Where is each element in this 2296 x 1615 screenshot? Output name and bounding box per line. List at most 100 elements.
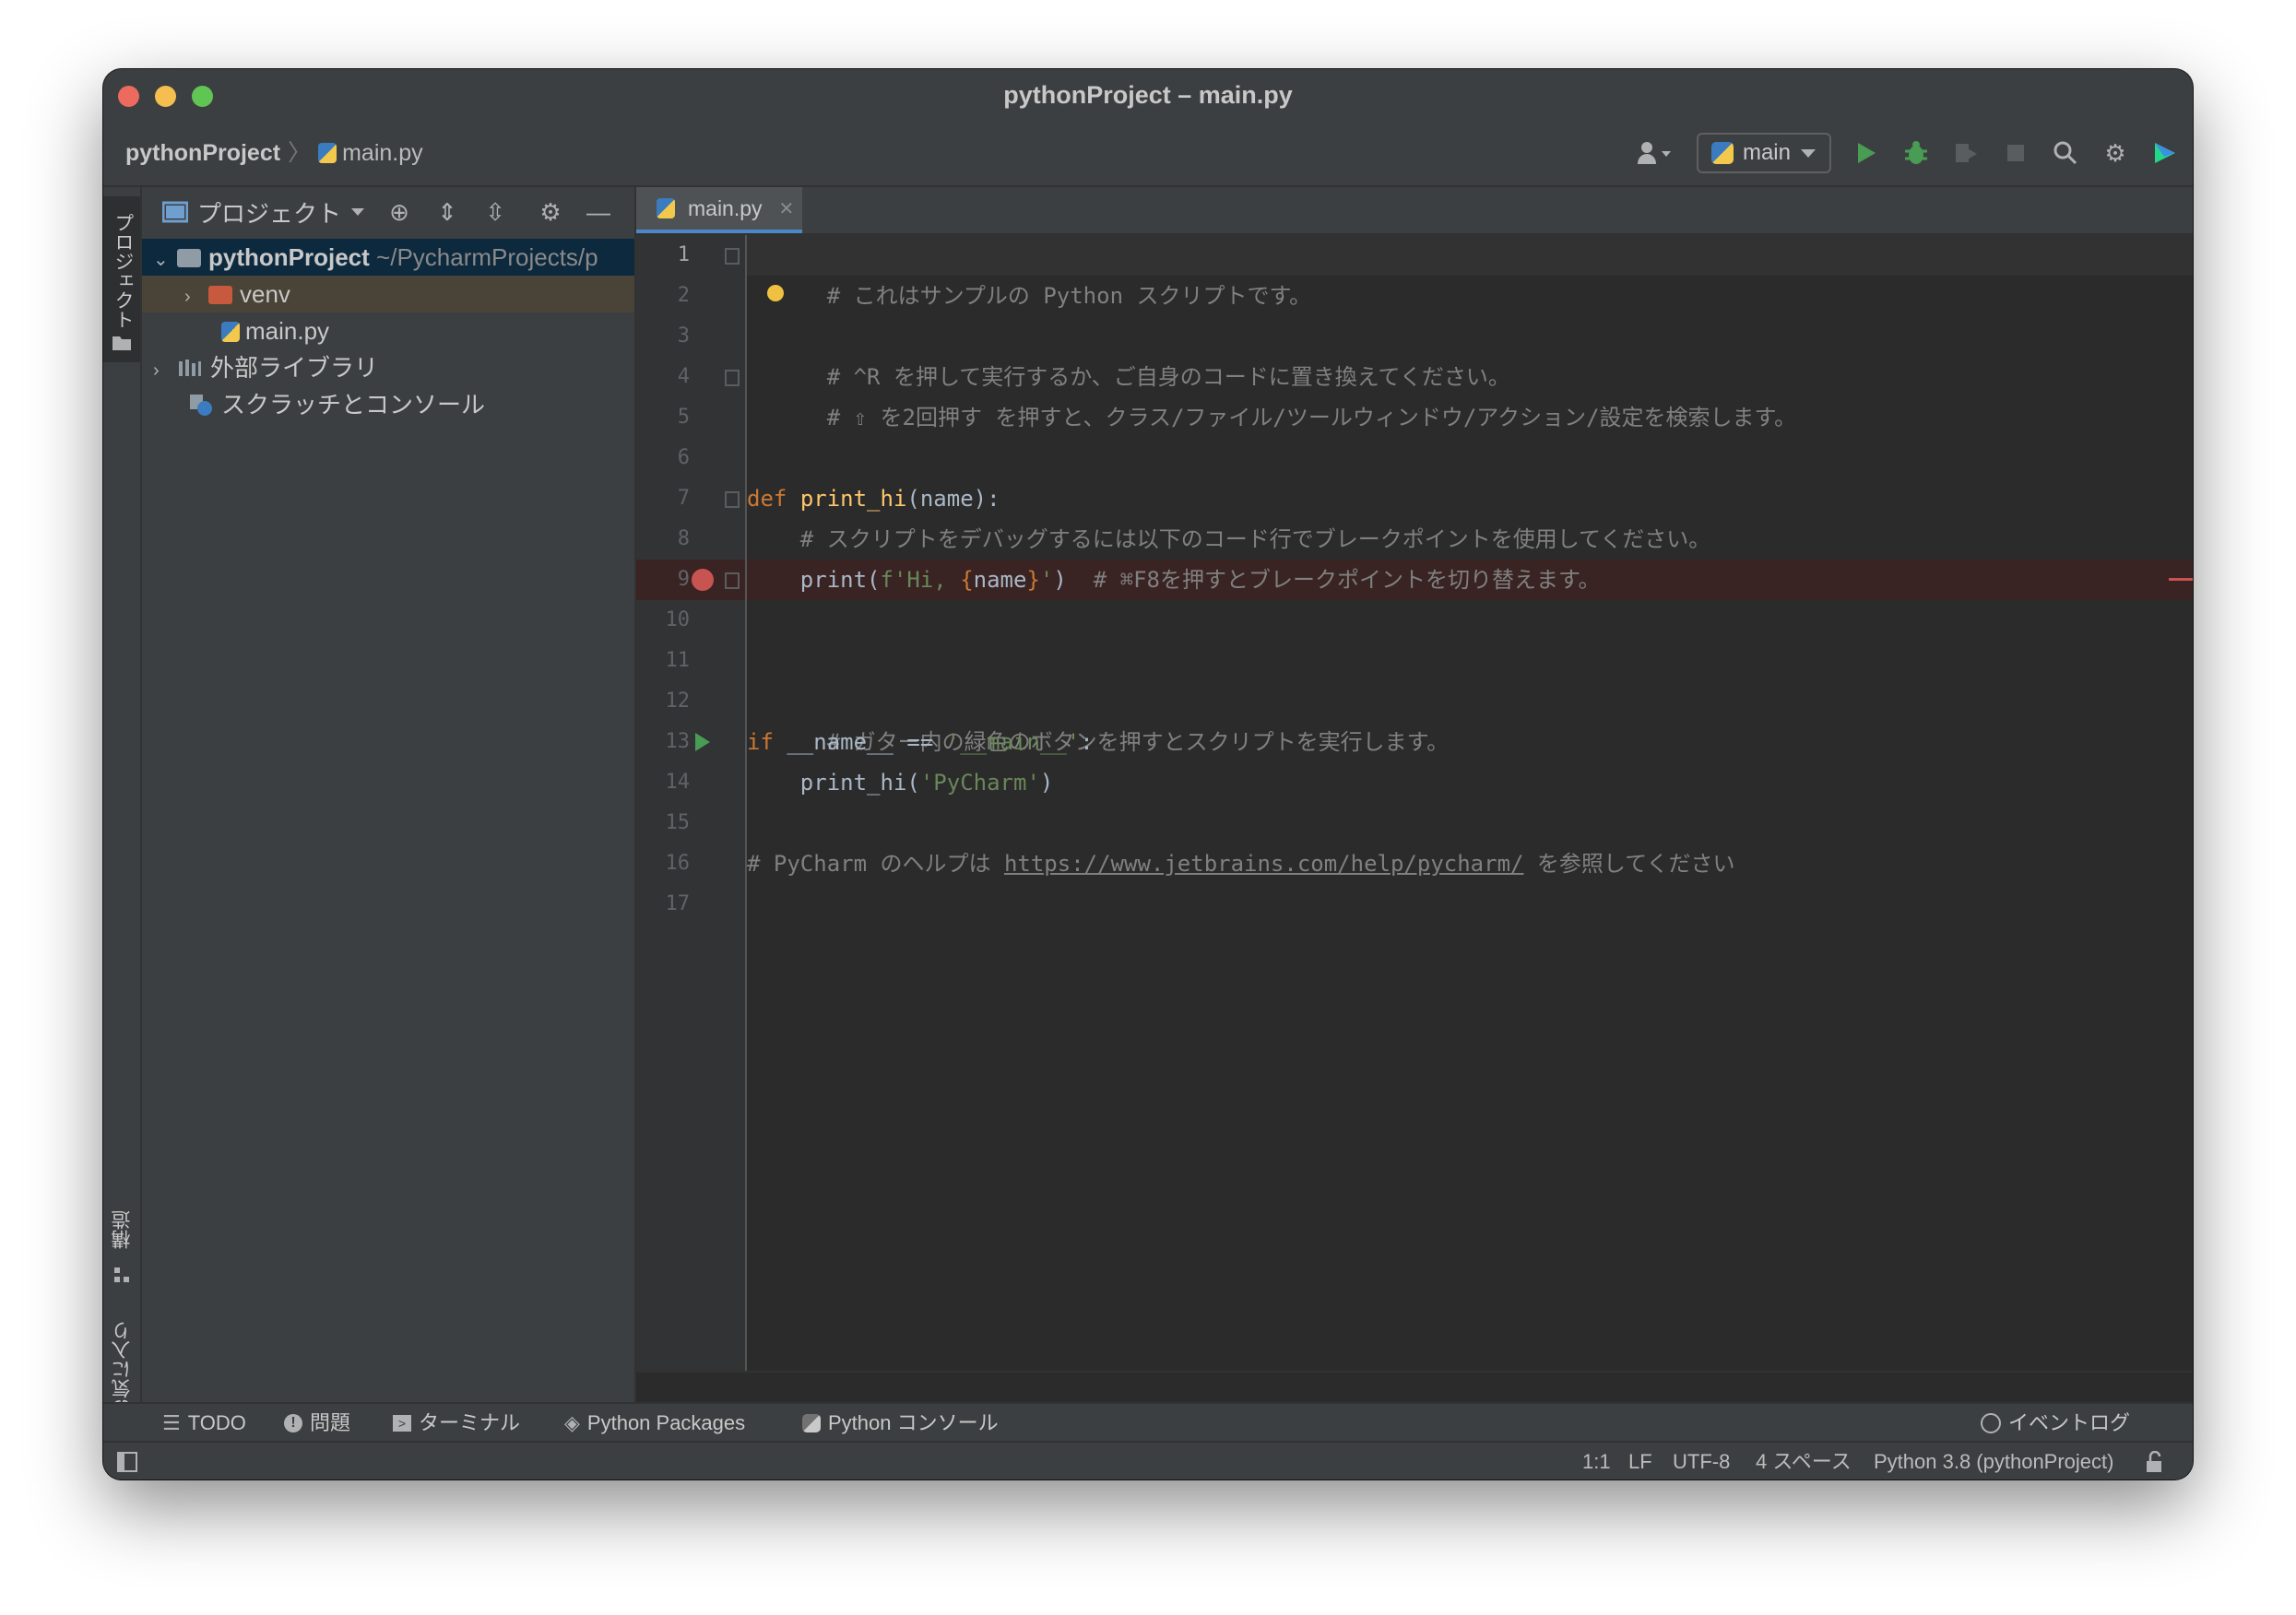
maximize-window-button[interactable] bbox=[192, 86, 213, 107]
file-encoding[interactable]: UTF-8 bbox=[1673, 1443, 1730, 1479]
code-fstring-brace: } bbox=[1026, 567, 1040, 593]
python-packages-tool-button[interactable]: ◈ Python Packages bbox=[564, 1404, 745, 1443]
run-configuration-select[interactable]: main bbox=[1696, 133, 1831, 173]
coverage-icon[interactable] bbox=[1951, 138, 1981, 168]
python-interpreter[interactable]: Python 3.8 (pythonProject) bbox=[1874, 1443, 2113, 1479]
event-log-tool-button[interactable]: イベントログ bbox=[1981, 1404, 2130, 1443]
breadcrumb-separator: 〉 bbox=[288, 140, 312, 166]
chevron-right-icon: › bbox=[184, 287, 191, 307]
project-panel-toolbar: プロジェクト ⊕ ⇕ ⇳ ⚙ — bbox=[142, 187, 634, 237]
tree-item-main-py[interactable]: main.py bbox=[142, 312, 634, 349]
project-view-icon bbox=[162, 201, 188, 223]
intention-bulb-icon[interactable] bbox=[767, 285, 784, 301]
collapse-all-icon[interactable]: ⇳ bbox=[481, 198, 509, 227]
fold-marker-icon[interactable] bbox=[725, 248, 740, 265]
debug-icon[interactable] bbox=[1901, 138, 1931, 168]
main-toolbar: main ⚙ bbox=[1632, 121, 2180, 185]
project-folder-icon bbox=[177, 249, 201, 267]
code-line-2 bbox=[747, 276, 2193, 316]
search-icon[interactable] bbox=[2051, 138, 2080, 168]
close-tab-icon[interactable]: ✕ bbox=[779, 197, 795, 220]
structure-tool-tab[interactable]: 構造 bbox=[103, 1210, 140, 1293]
python-console-label: Python コンソール bbox=[828, 1411, 999, 1434]
code-line-14: print_hi('PyCharm') bbox=[747, 762, 2193, 803]
line-number: 14 bbox=[665, 771, 691, 794]
panel-settings-gear-icon[interactable]: ⚙ bbox=[537, 198, 564, 227]
settings-gear-icon[interactable]: ⚙ bbox=[2101, 138, 2130, 168]
locate-file-icon[interactable]: ⊕ bbox=[385, 198, 413, 227]
window-title: pythonProject – main.py bbox=[1003, 81, 1293, 109]
tool-window-bar: ☰ TODO ! 問題 > ターミナル ◈ Python Packages Py… bbox=[103, 1402, 2193, 1443]
todo-tool-button[interactable]: ☰ TODO bbox=[162, 1404, 246, 1443]
code-string: '__main__' bbox=[946, 729, 1081, 755]
breakpoint-icon[interactable] bbox=[692, 569, 714, 591]
breadcrumb-project[interactable]: pythonProject bbox=[125, 140, 280, 166]
code-string: f'Hi, bbox=[880, 567, 961, 593]
project-view-label: プロジェクト bbox=[197, 199, 342, 228]
code-line-16: # PyCharm のヘルプは https://www.jetbrains.co… bbox=[747, 843, 2193, 884]
code-string: 'PyCharm' bbox=[919, 770, 1040, 796]
fold-marker-icon[interactable] bbox=[725, 491, 740, 508]
chevron-down-icon bbox=[1801, 149, 1816, 158]
line-number: 17 bbox=[665, 892, 691, 915]
minimize-window-button[interactable] bbox=[155, 86, 176, 107]
line-number: 11 bbox=[665, 649, 691, 672]
line-number: 3 bbox=[677, 324, 690, 348]
code-keyword: if bbox=[747, 729, 774, 755]
ide-window: pythonProject – main.py pythonProject 〉 ma… bbox=[103, 69, 2193, 1479]
fold-marker-icon[interactable] bbox=[725, 572, 740, 589]
python-file-icon bbox=[657, 198, 675, 218]
hide-panel-icon[interactable]: — bbox=[585, 198, 612, 227]
tree-item-pythonproject[interactable]: ⌄ pythonProject ~/PycharmProjects/p bbox=[142, 239, 634, 276]
python-packages-label: Python Packages bbox=[586, 1411, 746, 1434]
problems-tool-button[interactable]: ! 問題 bbox=[284, 1404, 350, 1443]
tree-item-label: main.py bbox=[245, 317, 330, 345]
excluded-folder-icon bbox=[208, 286, 232, 304]
project-tool-tab-label: プロジェクト bbox=[112, 213, 134, 329]
indent-setting[interactable]: 4 スペース bbox=[1756, 1443, 1852, 1479]
run-icon[interactable] bbox=[1852, 138, 1881, 168]
code-text: ) bbox=[1039, 770, 1054, 796]
toggle-tool-windows-icon[interactable] bbox=[116, 1443, 138, 1479]
fold-marker-icon[interactable] bbox=[725, 370, 740, 386]
tree-item-label: 外部ライブラリ bbox=[210, 354, 379, 382]
run-gutter-icon[interactable] bbox=[695, 733, 710, 751]
code-text: name bbox=[973, 567, 1027, 593]
close-window-button[interactable] bbox=[118, 86, 139, 107]
code-editor[interactable]: ✔ # これはサンプルの Python スクリプトです。 # ^R を押して実行… bbox=[747, 235, 2193, 1371]
unlock-icon[interactable] bbox=[2145, 1443, 2165, 1479]
tree-item-external-libraries[interactable]: › 外部ライブラリ bbox=[142, 349, 634, 386]
jetbrains-toolbox-icon[interactable] bbox=[2150, 138, 2180, 168]
code-comment: # PyCharm のヘルプは bbox=[747, 851, 1004, 877]
tree-item-label: スクラッチとコンソール bbox=[221, 391, 486, 418]
library-icon bbox=[179, 360, 201, 376]
terminal-tool-button[interactable]: > ターミナル bbox=[393, 1404, 520, 1443]
line-number: 10 bbox=[665, 608, 691, 631]
breadcrumb-file[interactable]: main.py bbox=[342, 140, 423, 166]
project-tool-tab[interactable]: プロジェクト bbox=[103, 196, 140, 362]
structure-icon bbox=[114, 1267, 129, 1282]
editor-gutter[interactable]: 1 2 3 4 5 6 7 8 9 10 11 12 13 14 15 16 1… bbox=[636, 235, 747, 1371]
tree-item-scratches[interactable]: スクラッチとコンソール bbox=[142, 386, 634, 423]
breadcrumb: pythonProject 〉 main.py bbox=[125, 121, 423, 185]
title-bar: pythonProject – main.py bbox=[103, 69, 2193, 121]
help-link[interactable]: https://www.jetbrains.com/help/pycharm/ bbox=[1004, 851, 1524, 877]
tree-item-label: venv bbox=[240, 280, 290, 308]
caret-position[interactable]: 1:1 bbox=[1582, 1443, 1611, 1479]
project-view-select[interactable]: プロジェクト bbox=[162, 195, 365, 230]
code-line-8: # スクリプトをデバッグするには以下のコード行でブレークポイントを使用してくださ… bbox=[747, 519, 2193, 560]
line-separator[interactable]: LF bbox=[1628, 1443, 1652, 1479]
line-number: 8 bbox=[677, 527, 690, 550]
line-number: 13 bbox=[665, 730, 691, 753]
python-console-tool-button[interactable]: Python コンソール bbox=[802, 1404, 999, 1443]
expand-all-icon[interactable]: ⇕ bbox=[433, 198, 461, 227]
user-account-icon[interactable] bbox=[1632, 138, 1676, 168]
status-bar: 1:1 LF UTF-8 4 スペース Python 3.8 (pythonPr… bbox=[103, 1441, 2193, 1479]
code-line-7: def print_hi(name): bbox=[747, 478, 2193, 519]
tree-item-venv[interactable]: › venv bbox=[142, 276, 634, 312]
line-number: 7 bbox=[677, 487, 690, 510]
editor-tab-main-py[interactable]: main.py ✕ bbox=[636, 187, 802, 233]
stop-icon[interactable] bbox=[2001, 138, 2030, 168]
